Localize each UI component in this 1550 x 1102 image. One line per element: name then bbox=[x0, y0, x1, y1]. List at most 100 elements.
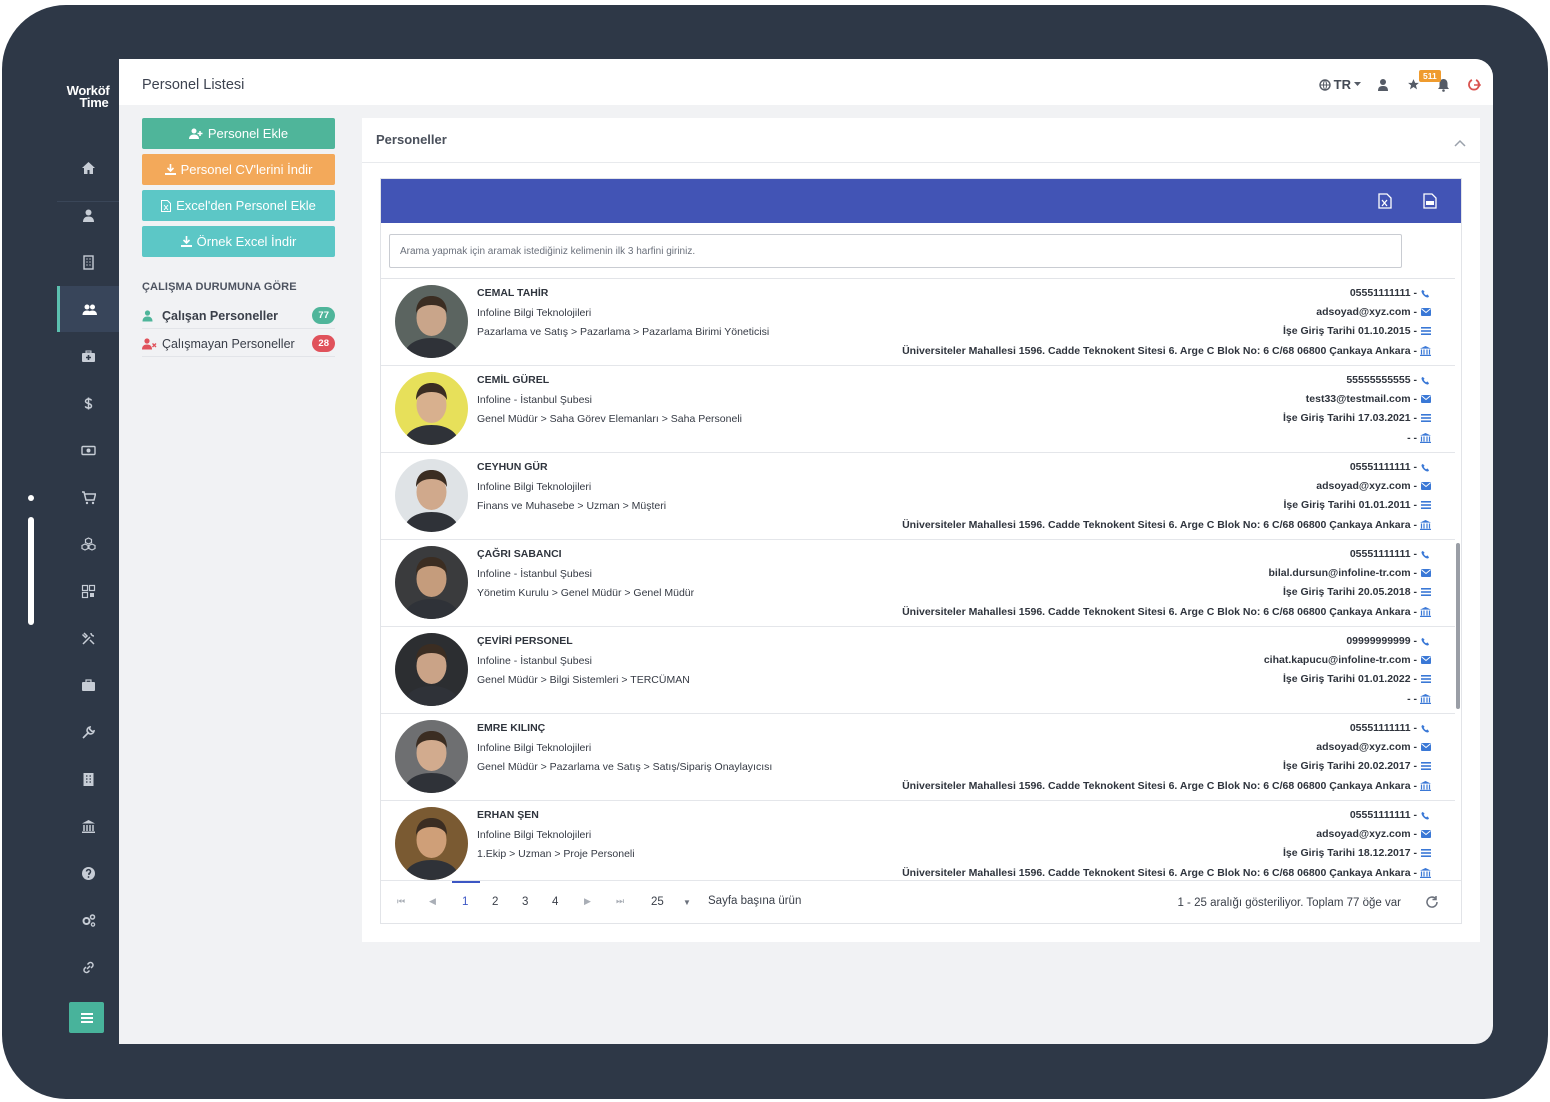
user-secret-icon[interactable] bbox=[1377, 78, 1391, 92]
language-selector[interactable]: TR bbox=[1318, 77, 1361, 92]
last-page-icon[interactable]: ⏭ bbox=[616, 896, 624, 907]
email-text: adsoyad@xyz.com - bbox=[1316, 828, 1417, 840]
working-label: Çalışan Personeller bbox=[162, 308, 279, 323]
personnel-position-path: Finans ve Muhasebe > Uzman > Müşteri bbox=[477, 500, 667, 512]
export-pdf-icon[interactable] bbox=[1423, 193, 1437, 214]
nav-money[interactable] bbox=[57, 427, 119, 473]
personnel-email[interactable]: adsoyad@xyz.com - bbox=[1316, 828, 1431, 840]
refresh-icon[interactable] bbox=[1425, 895, 1439, 912]
chevron-up-icon[interactable] bbox=[1454, 134, 1466, 152]
nav-user[interactable] bbox=[57, 192, 119, 238]
grid-toolbar bbox=[381, 179, 1461, 223]
logout-icon[interactable] bbox=[1467, 78, 1482, 92]
personnel-email[interactable]: test33@testmail.com - bbox=[1306, 393, 1431, 405]
download-cv-button[interactable]: Personel CV'lerini İndir bbox=[142, 154, 335, 185]
personnel-name[interactable]: CEMİL GÜREL bbox=[477, 374, 549, 386]
nav-bank[interactable] bbox=[57, 803, 119, 849]
personnel-row[interactable]: CEMİL GÜREL Infoline - İstanbul Şubesi Gen… bbox=[381, 366, 1455, 453]
bank-icon bbox=[81, 819, 95, 833]
nav-cubes[interactable] bbox=[57, 521, 119, 567]
personnel-company: Infoline Bilgi Teknolojileri bbox=[477, 307, 592, 319]
page-size-select[interactable]: 25 bbox=[651, 896, 664, 908]
personnel-email[interactable]: adsoyad@xyz.com - bbox=[1316, 480, 1431, 492]
page-4[interactable]: 4 bbox=[552, 896, 558, 908]
personnel-phone[interactable]: 09999999999 - bbox=[1346, 635, 1431, 647]
personnel-start-date: İşe Giriş Tarihi 01.01.2011 - bbox=[1284, 499, 1431, 511]
briefcase-icon bbox=[81, 678, 95, 691]
sample-excel-button[interactable]: Örnek Excel İndir bbox=[142, 226, 335, 257]
personnel-name[interactable]: ÇAĞRI SABANCI bbox=[477, 548, 562, 560]
nav-cart[interactable] bbox=[57, 474, 119, 520]
personnel-phone[interactable]: 05551111111 - bbox=[1350, 809, 1431, 821]
first-page-icon[interactable]: ⏮ bbox=[397, 896, 405, 907]
search-input[interactable]: Arama yapmak için aramak istediğiniz kel… bbox=[389, 234, 1402, 268]
email-text: bilal.dursun@infoline-tr.com - bbox=[1268, 567, 1418, 579]
personnel-phone[interactable]: 55555555555 - bbox=[1346, 374, 1431, 386]
user-plus-icon bbox=[188, 128, 203, 139]
menu-toggle-button[interactable] bbox=[69, 1002, 104, 1033]
caret-down-icon[interactable]: ▼ bbox=[683, 898, 691, 907]
import-excel-button[interactable]: Excel'den Personel Ekle bbox=[142, 190, 335, 221]
page-3[interactable]: 3 bbox=[522, 896, 528, 908]
personnel-phone[interactable]: 05551111111 - bbox=[1350, 461, 1431, 473]
personnel-phone[interactable]: 05551111111 - bbox=[1350, 287, 1431, 299]
page-1[interactable]: 1 bbox=[462, 896, 468, 908]
personnel-name[interactable]: CEYHUN GÜR bbox=[477, 461, 548, 473]
download-icon bbox=[164, 164, 176, 175]
list-icon bbox=[1420, 501, 1431, 509]
list-scrollbar[interactable] bbox=[1456, 543, 1460, 709]
personnel-position-path: Genel Müdür > Saha Görev Elemanları > Sa… bbox=[477, 413, 742, 425]
personnel-address: Üniversiteler Mahallesi 1596. Cadde Tekn… bbox=[902, 780, 1431, 792]
nav-briefcase[interactable] bbox=[57, 662, 119, 708]
app-logo[interactable]: Worköf Time bbox=[57, 84, 119, 109]
nav-users[interactable] bbox=[57, 286, 119, 332]
personnel-row[interactable]: ÇEVİRİ PERSONEL Infoline - İstanbul Şubes… bbox=[381, 627, 1455, 714]
page-2[interactable]: 2 bbox=[492, 896, 498, 908]
nav-link[interactable] bbox=[57, 944, 119, 990]
filter-working-personnel[interactable]: Çalışan Personeller 77 bbox=[142, 303, 335, 329]
personnel-row[interactable]: EMRE KILINÇ Infoline Bilgi Teknolojileri G… bbox=[381, 714, 1455, 801]
nav-building-alt[interactable] bbox=[57, 756, 119, 802]
export-excel-icon[interactable] bbox=[1378, 193, 1392, 214]
filter-not-working-personnel[interactable]: Çalışmayan Personeller 28 bbox=[142, 331, 335, 357]
personnel-email[interactable]: adsoyad@xyz.com - bbox=[1316, 306, 1431, 318]
personnel-company: Infoline - İstanbul Şubesi bbox=[477, 655, 592, 667]
list-icon bbox=[1420, 675, 1431, 683]
personnel-row[interactable]: ÇAĞRI SABANCI Infoline - İstanbul Şubesi Y… bbox=[381, 540, 1455, 627]
personnel-phone[interactable]: 05551111111 - bbox=[1350, 548, 1431, 560]
address-text: Üniversiteler Mahallesi 1596. Cadde Tekn… bbox=[902, 780, 1417, 792]
personnel-name[interactable]: ÇEVİRİ PERSONEL bbox=[477, 635, 573, 647]
prev-page-icon[interactable]: ◀ bbox=[429, 896, 436, 907]
personnel-email[interactable]: adsoyad@xyz.com - bbox=[1316, 741, 1431, 753]
nav-dollar[interactable] bbox=[57, 380, 119, 426]
bank-icon bbox=[1420, 346, 1431, 356]
personnel-row[interactable]: CEYHUN GÜR Infoline Bilgi Teknolojileri Fi… bbox=[381, 453, 1455, 540]
add-personnel-button[interactable]: Personel Ekle bbox=[142, 118, 335, 149]
barcode-icon bbox=[81, 584, 95, 598]
personnel-name[interactable]: CEMAL TAHİR bbox=[477, 287, 548, 299]
next-page-icon[interactable]: ▶ bbox=[584, 896, 591, 907]
personnel-row[interactable]: CEMAL TAHİR Infoline Bilgi Teknolojileri P… bbox=[381, 279, 1455, 366]
personnel-row[interactable]: ERHAN ŞEN Infoline Bilgi Teknolojileri 1.E… bbox=[381, 801, 1455, 880]
start-date-text: İşe Giriş Tarihi 17.03.2021 - bbox=[1282, 412, 1417, 424]
personnel-email[interactable]: bilal.dursun@infoline-tr.com - bbox=[1269, 567, 1432, 579]
nav-barcode[interactable] bbox=[57, 568, 119, 614]
nav-settings[interactable] bbox=[57, 897, 119, 943]
panel-title: Personeller bbox=[376, 132, 447, 147]
avatar bbox=[395, 459, 468, 532]
nav-home[interactable] bbox=[57, 145, 119, 191]
personnel-phone[interactable]: 05551111111 - bbox=[1350, 722, 1431, 734]
nav-tools[interactable] bbox=[57, 615, 119, 661]
dollar-icon bbox=[84, 397, 92, 409]
nav-medkit[interactable] bbox=[57, 333, 119, 379]
nav-building[interactable] bbox=[57, 239, 119, 285]
email-text: test33@testmail.com - bbox=[1305, 393, 1417, 405]
personnel-name[interactable]: EMRE KILINÇ bbox=[477, 722, 545, 734]
nav-question[interactable] bbox=[57, 850, 119, 896]
nav-wrench[interactable] bbox=[57, 709, 119, 755]
personnel-email[interactable]: cihat.kapucu@infoline-tr.com - bbox=[1264, 654, 1431, 666]
envelope-icon bbox=[1420, 395, 1431, 403]
phone-text: 05551111111 - bbox=[1349, 722, 1417, 734]
personnel-name[interactable]: ERHAN ŞEN bbox=[477, 809, 539, 821]
import-excel-label: Excel'den Personel Ekle bbox=[176, 198, 316, 213]
